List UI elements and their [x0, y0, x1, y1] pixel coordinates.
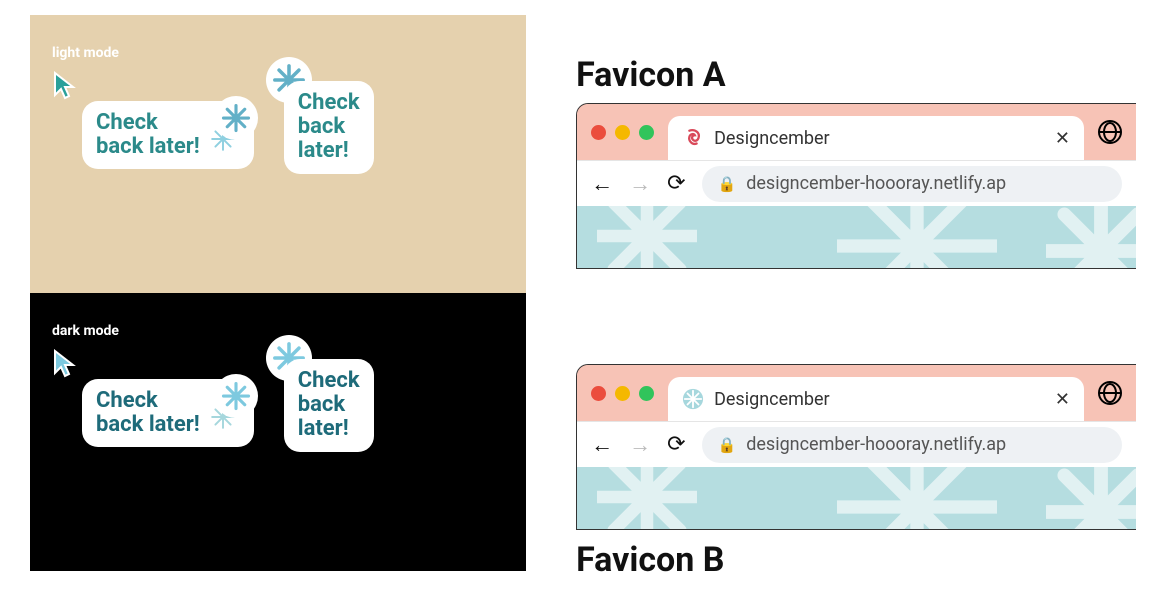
- lock-icon: 🔒: [718, 436, 737, 454]
- page-content: [577, 467, 1136, 529]
- lock-icon: 🔒: [718, 175, 737, 193]
- tooltip-text: Checkbacklater!: [298, 91, 360, 164]
- address-bar[interactable]: 🔒 designcember-hoooray.netlify.ap: [702, 427, 1122, 463]
- dark-tooltips-row: Checkback later!: [52, 379, 504, 452]
- favicon-a-section: Favicon A Designcember ✕ ←: [576, 55, 1136, 269]
- browser-window-b: Designcember ✕ ← → ⟳ 🔒 designcember-hooo…: [576, 364, 1136, 530]
- tooltip-text: Checkback later!: [96, 111, 200, 159]
- tab-title: Designcember: [714, 128, 1045, 149]
- tab-close-icon[interactable]: ✕: [1055, 389, 1070, 410]
- favicon-comparison: Favicon A Designcember ✕ ←: [576, 15, 1136, 580]
- favicon-b-label: Favicon B: [576, 540, 1136, 580]
- tooltip-text: Checkback later!: [96, 389, 200, 437]
- tooltip-with-cursor: Checkback later!: [82, 101, 254, 169]
- globe-icon[interactable]: [1098, 381, 1122, 405]
- tooltip-stacked: Checkbacklater!: [284, 81, 374, 174]
- tooltip-card: Checkbacklater!: [284, 81, 374, 174]
- maximize-window-icon[interactable]: [639, 386, 654, 401]
- reload-icon[interactable]: ⟳: [667, 432, 685, 457]
- browser-tab[interactable]: Designcember ✕: [668, 377, 1084, 421]
- tooltip-with-cursor: Checkback later!: [82, 379, 254, 447]
- tooltip-card: Checkback later!: [82, 379, 254, 447]
- page-content: [577, 206, 1136, 268]
- url-text: designcember-hoooray.netlify.ap: [746, 434, 1006, 455]
- snowflake-icon: [214, 374, 258, 418]
- pointer-cursor-icon: [52, 349, 76, 379]
- dark-mode-panel: dark mode Checkback later!: [30, 293, 526, 571]
- pointer-cursor-icon: [52, 71, 76, 101]
- favicon-b-icon: [682, 388, 704, 410]
- favicon-a-icon: [682, 127, 704, 149]
- light-mode-panel: light mode Checkback later!: [30, 15, 526, 293]
- maximize-window-icon[interactable]: [639, 125, 654, 140]
- browser-tab[interactable]: Designcember ✕: [668, 116, 1084, 160]
- close-window-icon[interactable]: [591, 125, 606, 140]
- light-tooltips-row: Checkback later!: [52, 101, 504, 174]
- address-bar[interactable]: 🔒 designcember-hoooray.netlify.ap: [702, 166, 1122, 202]
- url-text: designcember-hoooray.netlify.ap: [746, 173, 1006, 194]
- back-icon[interactable]: ←: [591, 432, 613, 458]
- browser-window-a: Designcember ✕ ← → ⟳ 🔒 designcember-hooo…: [576, 103, 1136, 269]
- window-controls: [591, 125, 654, 140]
- browser-toolbar: ← → ⟳ 🔒 designcember-hoooray.netlify.ap: [577, 421, 1136, 467]
- reload-icon[interactable]: ⟳: [667, 171, 685, 196]
- favicon-b-section: Designcember ✕ ← → ⟳ 🔒 designcember-hooo…: [576, 364, 1136, 580]
- close-window-icon[interactable]: [591, 386, 606, 401]
- forward-icon[interactable]: →: [629, 171, 651, 197]
- browser-tabbar: Designcember ✕: [577, 104, 1136, 160]
- forward-icon[interactable]: →: [629, 432, 651, 458]
- tooltip-text: Checkbacklater!: [298, 369, 360, 442]
- tooltip-card: Checkbacklater!: [284, 359, 374, 452]
- browser-toolbar: ← → ⟳ 🔒 designcember-hoooray.netlify.ap: [577, 160, 1136, 206]
- window-controls: [591, 386, 654, 401]
- minimize-window-icon[interactable]: [615, 386, 630, 401]
- back-icon[interactable]: ←: [591, 171, 613, 197]
- mode-comparison: light mode Checkback later!: [30, 15, 526, 580]
- tab-close-icon[interactable]: ✕: [1055, 128, 1070, 149]
- browser-tabbar: Designcember ✕: [577, 365, 1136, 421]
- tooltip-card: Checkback later!: [82, 101, 254, 169]
- snowflake-icon: [214, 96, 258, 140]
- favicon-a-label: Favicon A: [576, 55, 1136, 95]
- globe-icon[interactable]: [1098, 120, 1122, 144]
- tab-title: Designcember: [714, 389, 1045, 410]
- tooltip-stacked: Checkbacklater!: [284, 359, 374, 452]
- minimize-window-icon[interactable]: [615, 125, 630, 140]
